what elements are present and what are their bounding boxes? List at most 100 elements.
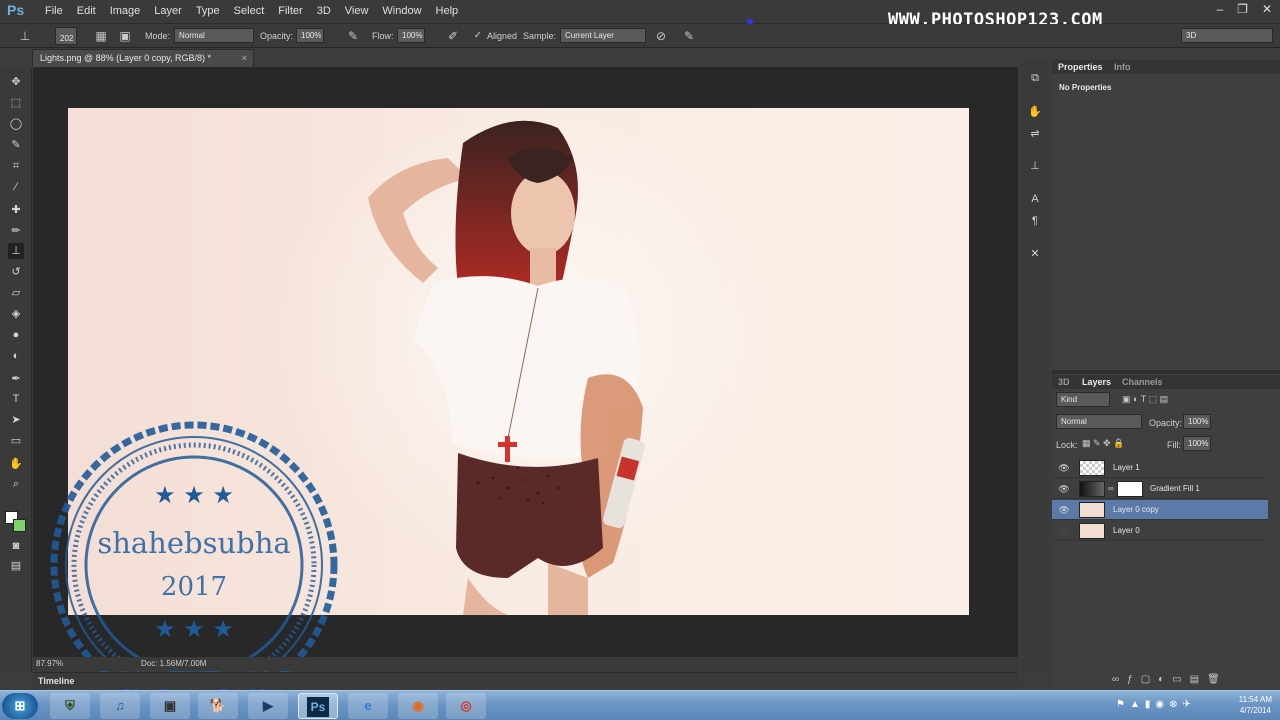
history-panel-icon[interactable]: ⧉ bbox=[1027, 70, 1043, 86]
layer-row[interactable]: 👁 ∞ Gradient Fill 1 bbox=[1052, 479, 1268, 499]
layer-row[interactable]: 👁 Layer 1 bbox=[1052, 458, 1268, 478]
tab-channels[interactable]: Channels bbox=[1122, 377, 1163, 387]
quick-mask-icon[interactable]: ◙ bbox=[8, 538, 24, 554]
type-tool-icon[interactable]: T bbox=[8, 391, 24, 407]
menu-window[interactable]: Window bbox=[375, 5, 428, 17]
menu-help[interactable]: Help bbox=[429, 5, 466, 17]
paint-bucket-tool-icon[interactable]: ◈ bbox=[8, 306, 24, 322]
layer-thumbnail bbox=[1079, 523, 1105, 539]
menu-layer[interactable]: Layer bbox=[147, 5, 189, 17]
eye-icon[interactable]: 👁 bbox=[1058, 483, 1070, 495]
menu-view[interactable]: View bbox=[338, 5, 376, 17]
lasso-tool-icon[interactable]: ◯ bbox=[8, 116, 24, 132]
pen-tool-icon[interactable]: ✒ bbox=[8, 371, 24, 387]
paragraph-panel-icon[interactable]: ¶ bbox=[1027, 213, 1043, 229]
layer-row[interactable]: 👁 Layer 0 copy bbox=[1052, 500, 1268, 520]
menu-type[interactable]: Type bbox=[189, 5, 227, 17]
firefox-icon[interactable]: ◉ bbox=[398, 693, 438, 719]
clock[interactable]: 11:54 AM 4/7/2014 bbox=[1239, 694, 1272, 716]
panel-icon-strip: ⧉ ✋ ⇌ ⊥ A ¶ ✕ bbox=[1022, 60, 1048, 670]
clone-source-icon[interactable]: ▣ bbox=[118, 29, 132, 43]
shield-app-icon[interactable]: ⛨ bbox=[50, 693, 90, 719]
zoom-level[interactable]: 87.97% bbox=[36, 659, 63, 668]
flow-input[interactable]: 100% bbox=[397, 28, 425, 43]
screen-mode-icon[interactable]: ▤ bbox=[8, 558, 24, 574]
tab-3d[interactable]: 3D bbox=[1058, 377, 1070, 387]
menu-file[interactable]: File bbox=[38, 5, 70, 17]
layer-thumbnail bbox=[1079, 502, 1105, 518]
airbrush-icon[interactable]: ✐ bbox=[446, 29, 460, 43]
clone-stamp-tool-icon[interactable]: ⊥ bbox=[8, 243, 24, 259]
character-panel-icon[interactable]: A bbox=[1027, 191, 1043, 207]
ignore-adjustment-icon[interactable]: ⊘ bbox=[654, 29, 668, 43]
blend-mode-select[interactable]: Normal bbox=[1056, 414, 1142, 429]
layer-opacity-input[interactable]: 100% bbox=[1183, 414, 1211, 429]
background-color-swatch[interactable] bbox=[13, 519, 26, 532]
chrome-icon[interactable]: ◎ bbox=[446, 693, 486, 719]
healing-brush-tool-icon[interactable]: ✚ bbox=[8, 202, 24, 218]
eraser-tool-icon[interactable]: ▱ bbox=[8, 285, 24, 301]
opacity-input[interactable]: 100% bbox=[296, 28, 324, 43]
eyedropper-tool-icon[interactable]: ⁄ bbox=[8, 179, 24, 195]
tab-properties[interactable]: Properties bbox=[1058, 62, 1103, 72]
document-tab[interactable]: Lights.png @ 88% (Layer 0 copy, RGB/8) *… bbox=[32, 49, 254, 67]
zoom-tool-icon[interactable]: ⌕ bbox=[8, 476, 24, 492]
tab-layers[interactable]: Layers bbox=[1082, 377, 1111, 387]
mode-select[interactable]: Normal bbox=[174, 28, 254, 43]
brush-panel-icon[interactable]: ▦ bbox=[94, 29, 108, 43]
move-tool-icon[interactable]: ✥ bbox=[8, 74, 24, 90]
close-window-button[interactable]: ✕ bbox=[1262, 2, 1272, 16]
shape-tool-icon[interactable]: ▭ bbox=[8, 433, 24, 449]
dog-app-icon[interactable]: 🐕 bbox=[198, 693, 238, 719]
marquee-tool-icon[interactable]: ⬚ bbox=[8, 95, 24, 111]
system-tray-icons[interactable]: ⚑▲▮◉⊗✈ bbox=[1116, 699, 1196, 710]
hand-tool-icon[interactable]: ✋ bbox=[8, 456, 24, 472]
menu-image[interactable]: Image bbox=[103, 5, 148, 17]
brush-size-picker[interactable]: 202 bbox=[55, 27, 77, 45]
vm-app-icon[interactable]: ▣ bbox=[150, 693, 190, 719]
blur-tool-icon[interactable]: ● bbox=[8, 327, 24, 343]
aligned-checkbox-icon[interactable]: ✓ bbox=[471, 29, 485, 43]
start-orb-icon[interactable]: ⊞ bbox=[2, 693, 38, 719]
clone-source-panel-icon[interactable]: ⊥ bbox=[1027, 158, 1043, 174]
tab-info[interactable]: Info bbox=[1114, 62, 1131, 72]
doc-info[interactable]: Doc: 1.56M/7.00M bbox=[141, 659, 206, 668]
photoshop-taskbar-icon[interactable]: Ps bbox=[298, 693, 338, 719]
clone-stamp-tool-icon[interactable]: ⊥ bbox=[18, 29, 32, 43]
timeline-label[interactable]: Timeline bbox=[38, 676, 74, 686]
lock-icons[interactable]: ▦ ✎ ✥ 🔒 bbox=[1082, 438, 1124, 449]
layer-filter-kind[interactable]: Kind bbox=[1056, 392, 1110, 407]
minimize-button[interactable]: – bbox=[1216, 2, 1223, 16]
pressure-size-icon[interactable]: ✎ bbox=[682, 29, 696, 43]
eye-hidden-icon[interactable]: □ bbox=[1058, 525, 1070, 537]
brush-presets-icon[interactable]: ✋ bbox=[1027, 104, 1043, 120]
history-brush-tool-icon[interactable]: ↺ bbox=[8, 264, 24, 280]
media-player-icon[interactable]: ▶ bbox=[248, 693, 288, 719]
layer-filter-icons[interactable]: ▣ ◐ T ⬚ ▤ bbox=[1122, 394, 1168, 405]
document-canvas[interactable] bbox=[68, 108, 969, 615]
pressure-opacity-icon[interactable]: ✎ bbox=[346, 29, 360, 43]
photoshop-logo: Ps bbox=[7, 2, 25, 18]
crop-tool-icon[interactable]: ⌗ bbox=[8, 158, 24, 174]
restore-button[interactable]: ❐ bbox=[1237, 2, 1248, 16]
path-select-tool-icon[interactable]: ➤ bbox=[8, 412, 24, 428]
brush-tool-icon[interactable]: ✏ bbox=[8, 223, 24, 239]
adjustments-icon[interactable]: ⇌ bbox=[1027, 126, 1043, 142]
close-tab-button[interactable]: × bbox=[242, 53, 247, 63]
itunes-icon[interactable]: ♫ bbox=[100, 693, 140, 719]
fill-input[interactable]: 100% bbox=[1183, 436, 1211, 451]
dodge-tool-icon[interactable]: ◐ bbox=[8, 348, 24, 364]
workspace-select[interactable]: 3D bbox=[1181, 28, 1273, 43]
internet-explorer-icon[interactable]: e bbox=[348, 693, 388, 719]
menu-3d[interactable]: 3D bbox=[310, 5, 338, 17]
quick-select-tool-icon[interactable]: ✎ bbox=[8, 137, 24, 153]
eye-icon[interactable]: 👁 bbox=[1058, 462, 1070, 474]
eye-icon[interactable]: 👁 bbox=[1058, 504, 1070, 516]
layers-bottom-icons[interactable]: ∞ƒ▢◐▭▤🗑 bbox=[1112, 674, 1228, 685]
tools-panel-icon[interactable]: ✕ bbox=[1027, 246, 1043, 262]
menu-select[interactable]: Select bbox=[227, 5, 272, 17]
menu-edit[interactable]: Edit bbox=[70, 5, 103, 17]
menu-filter[interactable]: Filter bbox=[271, 5, 309, 17]
layer-row[interactable]: □ Layer 0 bbox=[1052, 521, 1268, 541]
sample-select[interactable]: Current Layer bbox=[560, 28, 646, 43]
